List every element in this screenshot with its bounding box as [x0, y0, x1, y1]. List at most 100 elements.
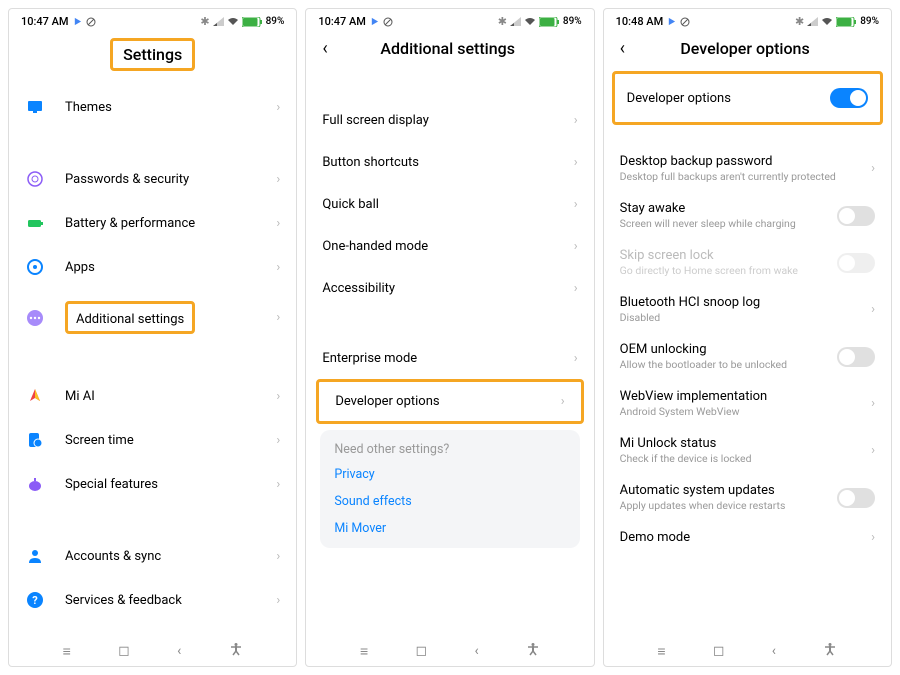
row-automatic-system-updates[interactable]: Automatic system updatesApply updates wh…	[604, 474, 891, 521]
nav-back[interactable]: ‹	[474, 643, 478, 659]
chevron-right-icon: ›	[871, 302, 875, 317]
chevron-right-icon: ›	[561, 394, 565, 409]
link-sound-effects[interactable]: Sound effects	[334, 494, 565, 509]
toggle-stay-awake[interactable]	[837, 206, 875, 226]
page-title: Additional settings	[318, 39, 578, 58]
chevron-right-icon: ›	[276, 216, 280, 231]
row-label: Demo mode	[620, 530, 871, 545]
row-themes[interactable]: Themes ›	[9, 85, 296, 129]
chevron-right-icon: ›	[276, 389, 280, 404]
row-webview-implementation[interactable]: WebView implementationAndroid System Web…	[604, 380, 891, 427]
row-apps[interactable]: Apps ›	[9, 245, 296, 289]
row-stay-awake[interactable]: Stay awakeScreen will never sleep while …	[604, 192, 891, 239]
dnd-icon	[680, 17, 690, 27]
row-special-features[interactable]: Special features ›	[9, 462, 296, 506]
bluetooth-icon: ✱	[795, 15, 804, 28]
row-label: Apps	[65, 260, 276, 275]
chevron-right-icon: ›	[276, 100, 280, 115]
nav-home[interactable]: ◻	[713, 643, 725, 659]
row-quick-ball[interactable]: Quick ball ›	[306, 183, 593, 225]
nav-accessibility[interactable]	[823, 642, 837, 660]
row-label: Automatic system updates	[620, 483, 837, 498]
battery-text: 89%	[860, 16, 879, 27]
row-sub: Go directly to Home screen from wake	[620, 264, 837, 277]
battery-icon	[836, 17, 856, 27]
row-additional-settings[interactable]: Additional settings ›	[9, 289, 296, 346]
screen-time-icon	[25, 430, 45, 450]
row-accessibility[interactable]: Accessibility ›	[306, 267, 593, 309]
row-oem-unlocking[interactable]: OEM unlockingAllow the bootloader to be …	[604, 333, 891, 380]
row-label: Mi Unlock status	[620, 436, 871, 451]
row-sub: Screen will never sleep while charging	[620, 217, 837, 230]
row-battery-performance[interactable]: Battery & performance ›	[9, 201, 296, 245]
nav-menu[interactable]: ≡	[360, 643, 368, 660]
battery-text: 89%	[563, 16, 582, 27]
toggle-oem-unlocking[interactable]	[837, 347, 875, 367]
row-label: Quick ball	[322, 197, 573, 212]
row-passwords-security[interactable]: Passwords & security ›	[9, 157, 296, 201]
status-left: 10:48 AM	[616, 15, 691, 28]
row-sub: Allow the bootloader to be unlocked	[620, 358, 837, 371]
chevron-right-icon: ›	[574, 239, 578, 254]
row-developer-options[interactable]: Developer options ›	[316, 379, 583, 424]
row-accounts-sync[interactable]: Accounts & sync ›	[9, 534, 296, 578]
chevron-right-icon: ›	[871, 396, 875, 411]
row-mi-unlock-status[interactable]: Mi Unlock statusCheck if the device is l…	[604, 427, 891, 474]
security-icon	[25, 169, 45, 189]
chevron-right-icon: ›	[574, 197, 578, 212]
chevron-right-icon: ›	[574, 281, 578, 296]
row-full-screen-display[interactable]: Full screen display ›	[306, 99, 593, 141]
row-sub: Apply updates when device restarts	[620, 499, 837, 512]
nav-accessibility[interactable]	[229, 642, 243, 660]
row-label: Themes	[65, 100, 276, 115]
row-button-shortcuts[interactable]: Button shortcuts ›	[306, 141, 593, 183]
status-right: ✱ 89%	[498, 15, 582, 28]
nav-menu[interactable]: ≡	[657, 643, 665, 660]
row-label: Bluetooth HCI snoop log	[620, 295, 871, 310]
nav-accessibility[interactable]	[526, 642, 540, 660]
row-label: Developer options	[627, 91, 830, 106]
row-mi-ai[interactable]: Mi AI ›	[9, 374, 296, 418]
signal-icon	[510, 17, 521, 26]
row-desktop-backup-password[interactable]: Desktop backup passwordDesktop full back…	[604, 145, 891, 192]
row-services-feedback[interactable]: ? Services & feedback ›	[9, 578, 296, 622]
nav-back[interactable]: ‹	[772, 643, 776, 659]
wifi-icon	[821, 17, 833, 26]
other-heading: Need other settings?	[334, 442, 565, 457]
dnd-icon	[86, 17, 96, 27]
header: ‹ Additional settings	[306, 30, 593, 71]
toggle-automatic-system-updates[interactable]	[837, 488, 875, 508]
nav-home[interactable]: ◻	[415, 643, 427, 659]
nav-bar: ≡ ◻ ‹	[306, 634, 593, 666]
link-mi-mover[interactable]: Mi Mover	[334, 521, 565, 536]
header: ‹ Developer options	[604, 30, 891, 71]
row-enterprise-mode[interactable]: Enterprise mode ›	[306, 337, 593, 379]
row-developer-options-toggle[interactable]: Developer options	[612, 71, 883, 125]
row-label: Accounts & sync	[65, 549, 276, 564]
row-label: Battery & performance	[65, 216, 276, 231]
row-bluetooth-hci-snoop[interactable]: Bluetooth HCI snoop logDisabled ›	[604, 286, 891, 333]
chevron-right-icon: ›	[276, 260, 280, 275]
row-screen-time[interactable]: Screen time ›	[9, 418, 296, 462]
chevron-right-icon: ›	[276, 549, 280, 564]
nav-home[interactable]: ◻	[118, 643, 130, 659]
status-bar: 10:47 AM ✱ 89%	[306, 9, 593, 30]
nav-bar: ≡ ◻ ‹	[604, 634, 891, 666]
nav-back[interactable]: ‹	[177, 643, 181, 659]
play-icon	[370, 17, 379, 26]
status-time: 10:47 AM	[318, 15, 366, 28]
battery-performance-icon	[25, 213, 45, 233]
battery-icon	[539, 17, 559, 27]
nav-bar: ≡ ◻ ‹	[9, 634, 296, 666]
svg-text:?: ?	[32, 594, 38, 607]
row-one-handed-mode[interactable]: One-handed mode ›	[306, 225, 593, 267]
row-label: Developer options	[335, 394, 560, 409]
special-features-icon	[25, 474, 45, 494]
toggle-developer-options[interactable]	[830, 88, 868, 108]
chevron-right-icon: ›	[871, 161, 875, 176]
link-privacy[interactable]: Privacy	[334, 467, 565, 482]
row-demo-mode[interactable]: Demo mode ›	[604, 521, 891, 554]
nav-menu[interactable]: ≡	[63, 643, 71, 660]
phone-settings: 10:47 AM ✱ 89% Settings Themes › Passwor…	[8, 8, 297, 667]
settings-list: Themes › Passwords & security › Battery …	[9, 85, 296, 634]
